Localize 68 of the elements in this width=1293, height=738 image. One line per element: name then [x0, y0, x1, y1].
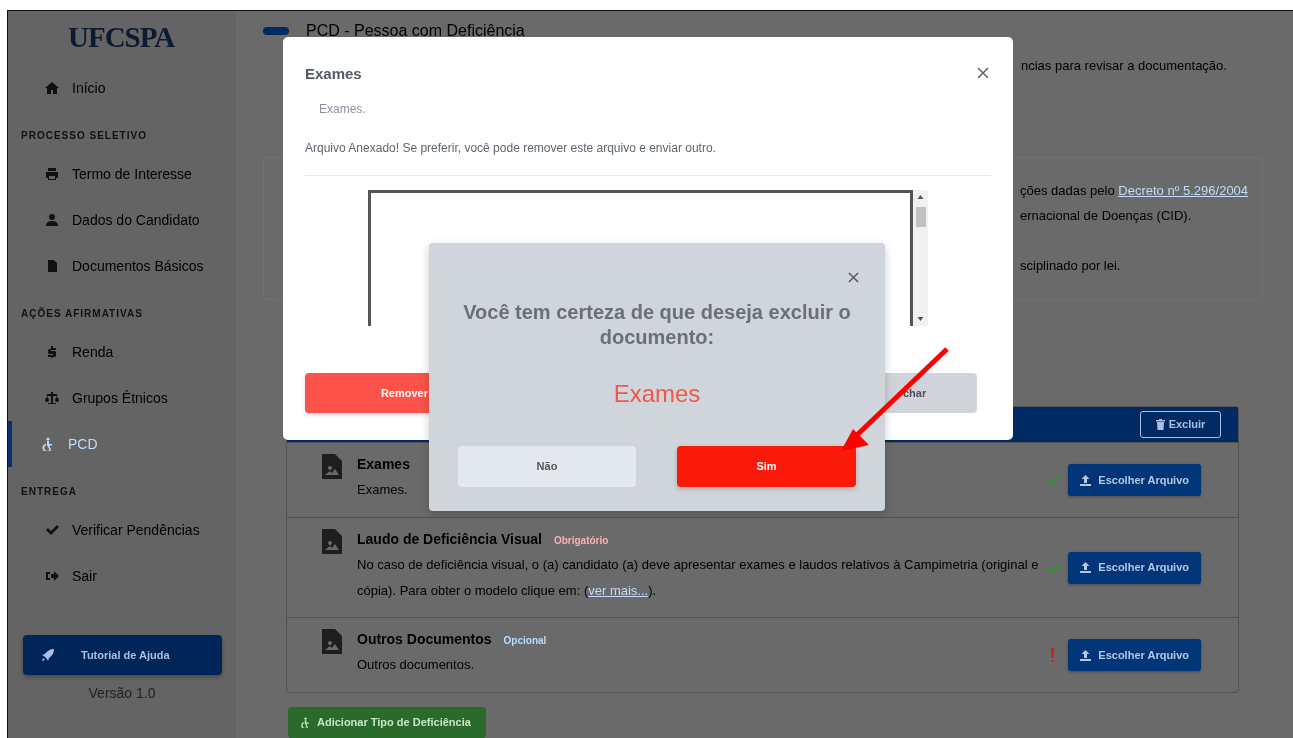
wheelchair-icon: [300, 717, 311, 728]
page-title: PCD - Pessoa com Deficiência: [306, 21, 525, 41]
document-title: Outros Documentos: [357, 631, 492, 648]
home-icon: [45, 81, 59, 95]
close-icon: [848, 272, 859, 283]
choose-file-button[interactable]: Escolher Arquivo: [1068, 464, 1201, 497]
sidebar-item[interactable]: Dados do Candidato: [8, 197, 236, 243]
image-file-icon: [322, 529, 342, 555]
sidebar-item[interactable]: Documentos Básicos: [8, 243, 236, 289]
version-label: Versão 1.0: [87, 684, 157, 703]
choose-file-button[interactable]: Escolher Arquivo: [1068, 639, 1201, 672]
sign-out-icon: [45, 569, 59, 583]
image-file-icon: [322, 454, 342, 480]
sidebar-item[interactable]: Grupos Étnicos: [8, 375, 236, 421]
decree-link[interactable]: Decreto nº 5.296/2004: [1118, 183, 1249, 198]
close-icon: [977, 67, 989, 79]
remove-button[interactable]: Remover: [305, 373, 429, 413]
sidebar-item[interactable]: Sair: [8, 553, 236, 599]
section-header: AÇÕES AFIRMATIVAS: [20, 306, 144, 321]
info-text: ções dadas pelo Decreto nº 5.296/2004: [1020, 182, 1250, 200]
title-marker: [263, 27, 289, 35]
yes-button[interactable]: Sim: [677, 446, 856, 487]
sidebar-item[interactable]: PCD: [8, 421, 236, 467]
dialog-subtitle: Exames.: [319, 101, 367, 118]
section-header: ENTREGA: [20, 484, 78, 499]
document-title: Exames: [357, 456, 410, 473]
document-tag: Opcional: [503, 635, 547, 647]
rocket-icon: [41, 648, 55, 662]
add-deficiency-button[interactable]: Adicionar Tipo de Deficiência: [288, 707, 486, 738]
sidebar-item[interactable]: Renda: [8, 329, 236, 375]
wheelchair-icon: [41, 437, 55, 451]
scale-icon: [45, 391, 59, 405]
logo: UFCSPA: [67, 20, 176, 56]
printer-icon: [45, 167, 59, 181]
sidebar-item[interactable]: Início: [8, 65, 236, 111]
more-link[interactable]: ver mais...: [588, 582, 649, 598]
user-icon: [45, 213, 59, 227]
document-title: Laudo de Deficiência Visual: [357, 530, 542, 547]
scrollbar[interactable]: [913, 190, 928, 326]
trash-icon: [1155, 419, 1165, 431]
document-icon: [45, 259, 59, 273]
info-text: sciplinado por lei.: [1020, 257, 1122, 275]
upload-icon: [1080, 562, 1092, 574]
close-button[interactable]: char: [885, 373, 977, 413]
dollar-icon: [45, 345, 59, 359]
upload-icon: [1080, 474, 1092, 486]
document-name: Exames: [613, 379, 701, 409]
sidebar-item[interactable]: Termo de Interesse: [8, 151, 236, 197]
document-description: No caso de deficiência visual, o (a) candidato (a) deve apresentar exames e laudos relativos à Campimetria (original e cópia). Para obter o modelo clique em: (ver mais...).: [357, 555, 1040, 600]
help-button[interactable]: Tutorial de Ajuda: [23, 635, 222, 675]
section-header: PROCESSO SELETIVO: [20, 128, 148, 143]
image-file-icon: [322, 629, 342, 655]
intro-text: ncias para revisar a documentação.: [1021, 57, 1228, 72]
dialog-message: Arquivo Anexado! Se preferir, você pode remover este arquivo e enviar outro.: [305, 140, 717, 157]
document-description: Outros documentos.: [357, 656, 476, 675]
info-text: ernacional de Doenças (CID).: [1020, 207, 1193, 225]
document-tag: Obrigatório: [553, 534, 609, 546]
sidebar-item[interactable]: Verificar Pendências: [8, 507, 236, 553]
close-button[interactable]: [848, 272, 862, 286]
check-icon: [45, 523, 59, 537]
delete-button[interactable]: Excluir: [1140, 411, 1221, 439]
no-button[interactable]: Não: [458, 446, 636, 487]
choose-file-button[interactable]: Escolher Arquivo: [1068, 551, 1201, 584]
confirm-question: Você tem certeza de que deseja excluir o documento:: [462, 300, 852, 350]
upload-icon: [1080, 649, 1092, 661]
document-description: Exames.: [357, 481, 409, 500]
close-button[interactable]: [977, 67, 991, 81]
dialog-title: Exames: [305, 63, 362, 84]
